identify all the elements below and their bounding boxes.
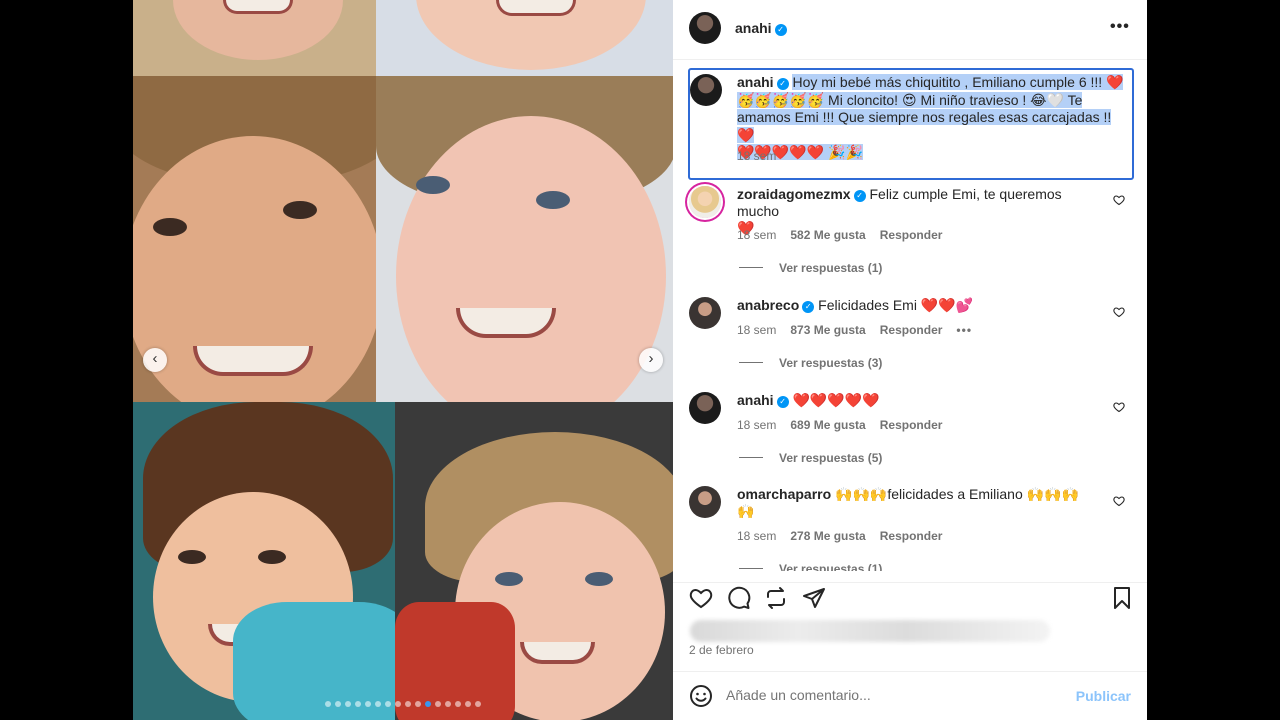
- like-comment-icon[interactable]: [1113, 194, 1125, 206]
- comments-scroll-area[interactable]: omarchaparro 🙌🙌🙌felicidades a Emiliano 🙌…: [673, 470, 1147, 571]
- carousel-dot: [455, 701, 461, 707]
- view-replies-button[interactable]: Ver respuestas (5): [739, 451, 882, 465]
- comment-text: ❤️❤️❤️❤️❤️: [792, 392, 880, 408]
- comment-text: 🙌🙌🙌felicidades a Emiliano 🙌🙌🙌: [835, 486, 1079, 502]
- photo-tile: [133, 0, 376, 76]
- likes-summary-blurred: [690, 620, 1050, 642]
- like-comment-icon[interactable]: [1113, 401, 1125, 413]
- caption-avatar[interactable]: [690, 74, 722, 106]
- carousel-dot: [435, 701, 441, 707]
- repost-icon[interactable]: [764, 586, 788, 610]
- carousel-dot: [355, 701, 361, 707]
- view-replies-button[interactable]: Ver respuestas (1): [739, 562, 882, 571]
- caption-username[interactable]: anahi: [737, 74, 774, 90]
- carousel-dot: [385, 701, 391, 707]
- like-comment-icon[interactable]: [1113, 495, 1125, 507]
- carousel-dot: [365, 701, 371, 707]
- caption-timestamp: 18 sem: [737, 149, 777, 163]
- post-media[interactable]: ‹ ›: [133, 0, 673, 720]
- photo-tile: [376, 0, 673, 76]
- caption-selection: anahi ✓ Hoy mi bebé más chiquitito , Emil…: [688, 68, 1134, 180]
- comment-avatar[interactable]: [689, 297, 721, 329]
- post-header: anahi ✓: [735, 20, 787, 38]
- carousel-dot: [395, 701, 401, 707]
- save-icon[interactable]: [1110, 586, 1134, 610]
- comment-avatar[interactable]: [689, 486, 721, 518]
- action-bar: [673, 582, 1147, 612]
- caption-text: anahi ✓ Hoy mi bebé más chiquitito , Emil…: [737, 74, 1124, 160]
- carousel-next-button[interactable]: ›: [639, 348, 663, 372]
- carousel-dot: [345, 701, 351, 707]
- photo-tile: [133, 402, 395, 720]
- verified-icon: ✓: [776, 396, 789, 408]
- publish-button[interactable]: Publicar: [1076, 688, 1131, 704]
- reply-button[interactable]: Responder: [880, 228, 943, 242]
- comment-avatar[interactable]: [689, 186, 721, 218]
- author-avatar[interactable]: [689, 12, 721, 44]
- more-options-icon[interactable]: •••: [1110, 18, 1130, 36]
- comment-text: Felicidades Emi ❤️❤️💕: [818, 297, 974, 313]
- like-icon[interactable]: [689, 586, 713, 610]
- verified-icon: ✓: [802, 301, 815, 313]
- carousel-dot: [475, 701, 481, 707]
- verified-icon: ✓: [776, 78, 789, 90]
- author-username[interactable]: anahi: [735, 20, 772, 36]
- carousel-dot: [465, 701, 471, 707]
- emoji-icon[interactable]: [689, 684, 713, 708]
- carousel-dot: [405, 701, 411, 707]
- carousel-dot: [425, 701, 431, 707]
- comment-likes[interactable]: 689 Me gusta: [790, 418, 865, 432]
- comment-username[interactable]: zoraidagomezmx: [737, 186, 851, 202]
- photo-tile: [395, 402, 673, 720]
- photo-tile: [376, 76, 673, 402]
- view-replies-button[interactable]: Ver respuestas (3): [739, 356, 882, 370]
- comment-username[interactable]: omarchaparro: [737, 486, 831, 502]
- comment-composer: Publicar: [673, 671, 1147, 720]
- view-replies-button[interactable]: Ver respuestas (1): [739, 261, 882, 275]
- comment-input[interactable]: [726, 687, 1046, 703]
- comment-options-icon[interactable]: •••: [956, 323, 972, 337]
- reply-button[interactable]: Responder: [880, 323, 943, 337]
- post-date[interactable]: 2 de febrero: [689, 643, 754, 657]
- carousel-prev-button[interactable]: ‹: [143, 348, 167, 372]
- carousel-dot: [325, 701, 331, 707]
- comment-username[interactable]: anabreco: [737, 297, 799, 313]
- reply-button[interactable]: Responder: [880, 529, 943, 543]
- photo-tile: [133, 76, 376, 402]
- like-comment-icon[interactable]: [1113, 306, 1125, 318]
- carousel-dot: [445, 701, 451, 707]
- comment-likes[interactable]: 582 Me gusta: [790, 228, 865, 242]
- verified-icon: ✓: [774, 24, 787, 36]
- carousel-dot: [415, 701, 421, 707]
- carousel-indicator: [133, 701, 673, 707]
- carousel-dot: [375, 701, 381, 707]
- comment-avatar[interactable]: [689, 392, 721, 424]
- comment-likes[interactable]: 873 Me gusta: [790, 323, 865, 337]
- reply-button[interactable]: Responder: [880, 418, 943, 432]
- comment-icon[interactable]: [727, 586, 751, 610]
- share-icon[interactable]: [802, 586, 826, 610]
- comment-likes[interactable]: 278 Me gusta: [790, 529, 865, 543]
- comment-username[interactable]: anahi: [737, 392, 774, 408]
- verified-icon: ✓: [853, 190, 866, 202]
- carousel-dot: [335, 701, 341, 707]
- post-panel: anahi ✓ ••• anahi ✓ Hoy mi bebé más chiqui…: [673, 0, 1147, 720]
